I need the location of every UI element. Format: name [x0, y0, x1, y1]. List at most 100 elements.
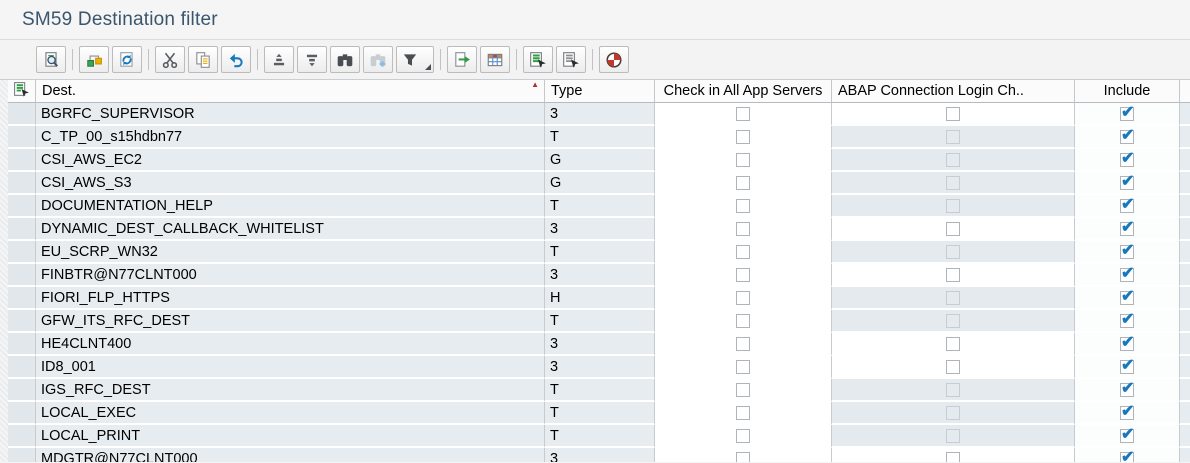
- include-checkbox[interactable]: [1120, 176, 1134, 190]
- row-select-cell[interactable]: [8, 195, 36, 218]
- dest-cell[interactable]: IGS_RFC_DEST: [36, 379, 545, 402]
- include-checkbox[interactable]: [1120, 314, 1134, 328]
- type-cell[interactable]: T: [545, 425, 655, 448]
- include-checkbox[interactable]: [1120, 245, 1134, 259]
- abap-login-checkbox[interactable]: [946, 452, 960, 463]
- row-select-cell[interactable]: [8, 425, 36, 448]
- check-all-checkbox[interactable]: [736, 337, 750, 351]
- choose-layout-button[interactable]: [523, 46, 553, 73]
- check-all-checkbox[interactable]: [736, 153, 750, 167]
- graphic-button[interactable]: [599, 46, 629, 73]
- find-next-button[interactable]: [363, 46, 393, 73]
- type-cell[interactable]: G: [545, 149, 655, 172]
- include-checkbox[interactable]: [1120, 337, 1134, 351]
- check-all-checkbox[interactable]: [736, 222, 750, 236]
- include-checkbox[interactable]: [1120, 383, 1134, 397]
- type-cell[interactable]: 3: [545, 333, 655, 356]
- include-checkbox[interactable]: [1120, 222, 1134, 236]
- row-select-cell[interactable]: [8, 264, 36, 287]
- dest-cell[interactable]: FINBTR@N77CLNT000: [36, 264, 545, 287]
- column-header-abap-login[interactable]: ABAP Connection Login Ch..: [832, 80, 1075, 103]
- type-cell[interactable]: G: [545, 172, 655, 195]
- type-cell[interactable]: 3: [545, 264, 655, 287]
- refresh-button[interactable]: [112, 46, 142, 73]
- manage-layouts-button[interactable]: [556, 46, 586, 73]
- sort-ascending-button[interactable]: [264, 46, 294, 73]
- column-header-type[interactable]: Type: [545, 80, 655, 103]
- include-checkbox[interactable]: [1120, 291, 1134, 305]
- abap-login-checkbox[interactable]: [946, 268, 960, 282]
- undo-button[interactable]: [221, 46, 251, 73]
- check-all-checkbox[interactable]: [736, 314, 750, 328]
- row-select-cell[interactable]: [8, 172, 36, 195]
- filter-button[interactable]: [396, 46, 434, 73]
- include-checkbox[interactable]: [1120, 406, 1134, 420]
- row-select-cell[interactable]: [8, 149, 36, 172]
- row-select-cell[interactable]: [8, 287, 36, 310]
- check-all-checkbox[interactable]: [736, 406, 750, 420]
- dest-cell[interactable]: FIORI_FLP_HTTPS: [36, 287, 545, 310]
- include-checkbox[interactable]: [1120, 107, 1134, 121]
- dest-cell[interactable]: DYNAMIC_DEST_CALLBACK_WHITELIST: [36, 218, 545, 241]
- abap-login-checkbox[interactable]: [946, 291, 960, 305]
- dest-cell[interactable]: CSI_AWS_S3: [36, 172, 545, 195]
- include-checkbox[interactable]: [1120, 268, 1134, 282]
- row-select-cell[interactable]: [8, 103, 36, 126]
- check-all-checkbox[interactable]: [736, 268, 750, 282]
- check-all-checkbox[interactable]: [736, 429, 750, 443]
- row-select-cell[interactable]: [8, 379, 36, 402]
- check-all-checkbox[interactable]: [736, 452, 750, 463]
- dest-cell[interactable]: EU_SCRP_WN32: [36, 241, 545, 264]
- dest-cell[interactable]: HE4CLNT400: [36, 333, 545, 356]
- abap-login-checkbox[interactable]: [946, 107, 960, 121]
- type-cell[interactable]: T: [545, 310, 655, 333]
- row-select-cell[interactable]: [8, 126, 36, 149]
- row-select-cell[interactable]: [8, 310, 36, 333]
- row-select-cell[interactable]: [8, 356, 36, 379]
- type-cell[interactable]: T: [545, 195, 655, 218]
- abap-login-checkbox[interactable]: [946, 245, 960, 259]
- abap-login-checkbox[interactable]: [946, 360, 960, 374]
- dest-cell[interactable]: GFW_ITS_RFC_DEST: [36, 310, 545, 333]
- type-cell[interactable]: T: [545, 402, 655, 425]
- cut-button[interactable]: [155, 46, 185, 73]
- abap-login-checkbox[interactable]: [946, 337, 960, 351]
- abap-login-checkbox[interactable]: [946, 130, 960, 144]
- dest-cell[interactable]: CSI_AWS_EC2: [36, 149, 545, 172]
- check-all-checkbox[interactable]: [736, 107, 750, 121]
- check-all-checkbox[interactable]: [736, 245, 750, 259]
- export-button[interactable]: [447, 46, 477, 73]
- row-select-cell[interactable]: [8, 241, 36, 264]
- type-cell[interactable]: T: [545, 379, 655, 402]
- check-all-checkbox[interactable]: [736, 130, 750, 144]
- abap-login-checkbox[interactable]: [946, 176, 960, 190]
- check-all-checkbox[interactable]: [736, 383, 750, 397]
- check-all-checkbox[interactable]: [736, 291, 750, 305]
- check-all-checkbox[interactable]: [736, 176, 750, 190]
- column-header-dest[interactable]: Dest. ▲: [36, 80, 545, 103]
- dest-cell[interactable]: BGRFC_SUPERVISOR: [36, 103, 545, 126]
- include-checkbox[interactable]: [1120, 130, 1134, 144]
- dest-cell[interactable]: DOCUMENTATION_HELP: [36, 195, 545, 218]
- include-checkbox[interactable]: [1120, 360, 1134, 374]
- abap-login-checkbox[interactable]: [946, 153, 960, 167]
- swap-objects-button[interactable]: [79, 46, 109, 73]
- row-select-cell[interactable]: [8, 448, 36, 462]
- type-cell[interactable]: T: [545, 241, 655, 264]
- abap-login-checkbox[interactable]: [946, 222, 960, 236]
- include-checkbox[interactable]: [1120, 452, 1134, 463]
- abap-login-checkbox[interactable]: [946, 314, 960, 328]
- dest-cell[interactable]: ID8_001: [36, 356, 545, 379]
- check-all-checkbox[interactable]: [736, 199, 750, 213]
- type-cell[interactable]: 3: [545, 103, 655, 126]
- row-select-cell[interactable]: [8, 333, 36, 356]
- column-header-check-all[interactable]: Check in All App Servers: [655, 80, 832, 103]
- dest-cell[interactable]: LOCAL_EXEC: [36, 402, 545, 425]
- select-all-header[interactable]: [8, 80, 36, 103]
- type-cell[interactable]: T: [545, 126, 655, 149]
- include-checkbox[interactable]: [1120, 199, 1134, 213]
- type-cell[interactable]: 3: [545, 448, 655, 462]
- details-button[interactable]: [36, 46, 66, 73]
- row-select-cell[interactable]: [8, 218, 36, 241]
- find-button[interactable]: [330, 46, 360, 73]
